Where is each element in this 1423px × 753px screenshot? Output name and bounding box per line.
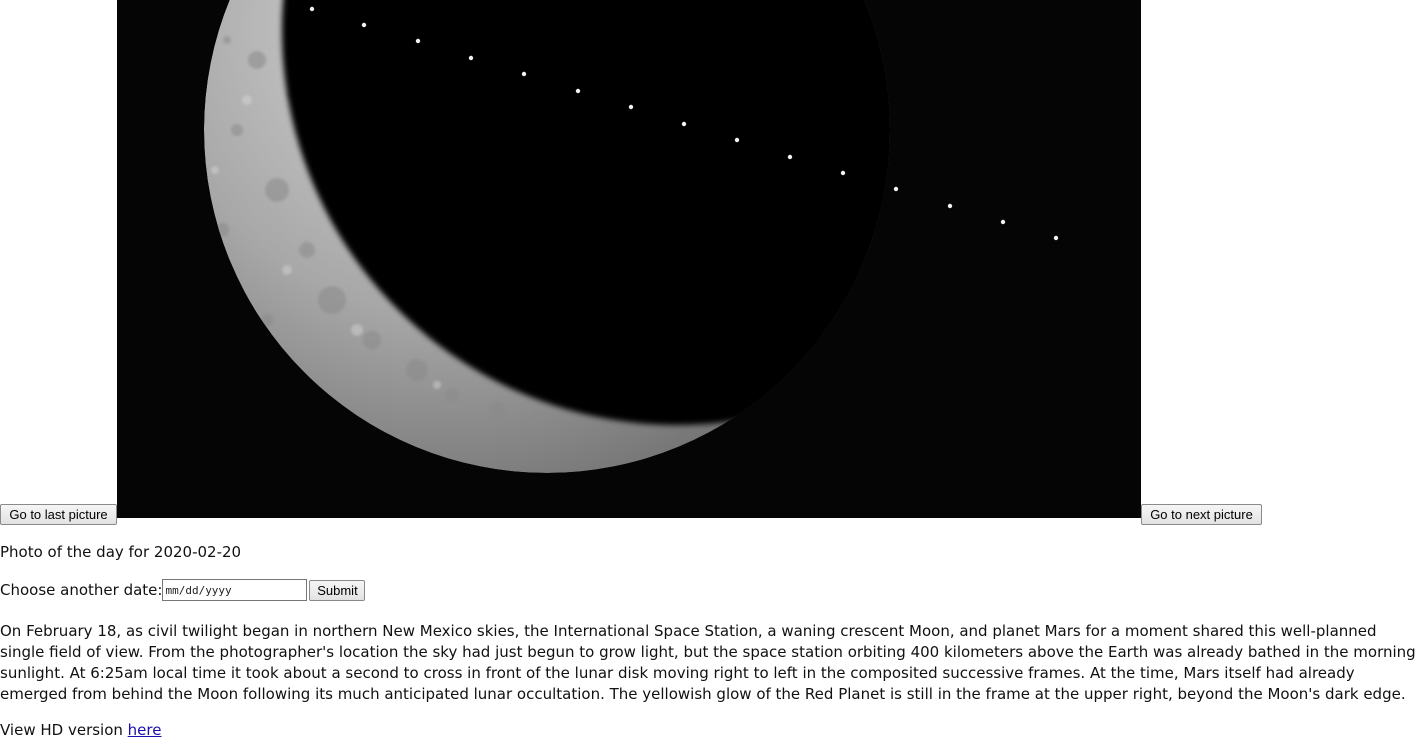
hd-version-link[interactable]: here [128, 721, 162, 739]
next-picture-button[interactable]: Go to next picture [1141, 504, 1262, 525]
date-picker-form: Choose another date: Submit [0, 578, 366, 602]
date-input[interactable] [162, 579, 308, 601]
moon-iss-transit-image [117, 0, 1141, 518]
previous-picture-button[interactable]: Go to last picture [0, 504, 117, 525]
apod-viewer: Go to last picture Go to next picture [0, 0, 1423, 525]
hd-version-row: View HD version here [0, 720, 161, 741]
hd-version-prefix: View HD version [0, 721, 128, 739]
photo-caption: Photo of the day for 2020-02-20 [0, 543, 242, 561]
submit-button[interactable]: Submit [309, 579, 366, 601]
date-picker-label: Choose another date: [0, 581, 163, 599]
photo-of-the-day [117, 0, 1141, 518]
photo-description: On February 18, as civil twilight began … [0, 622, 1416, 703]
